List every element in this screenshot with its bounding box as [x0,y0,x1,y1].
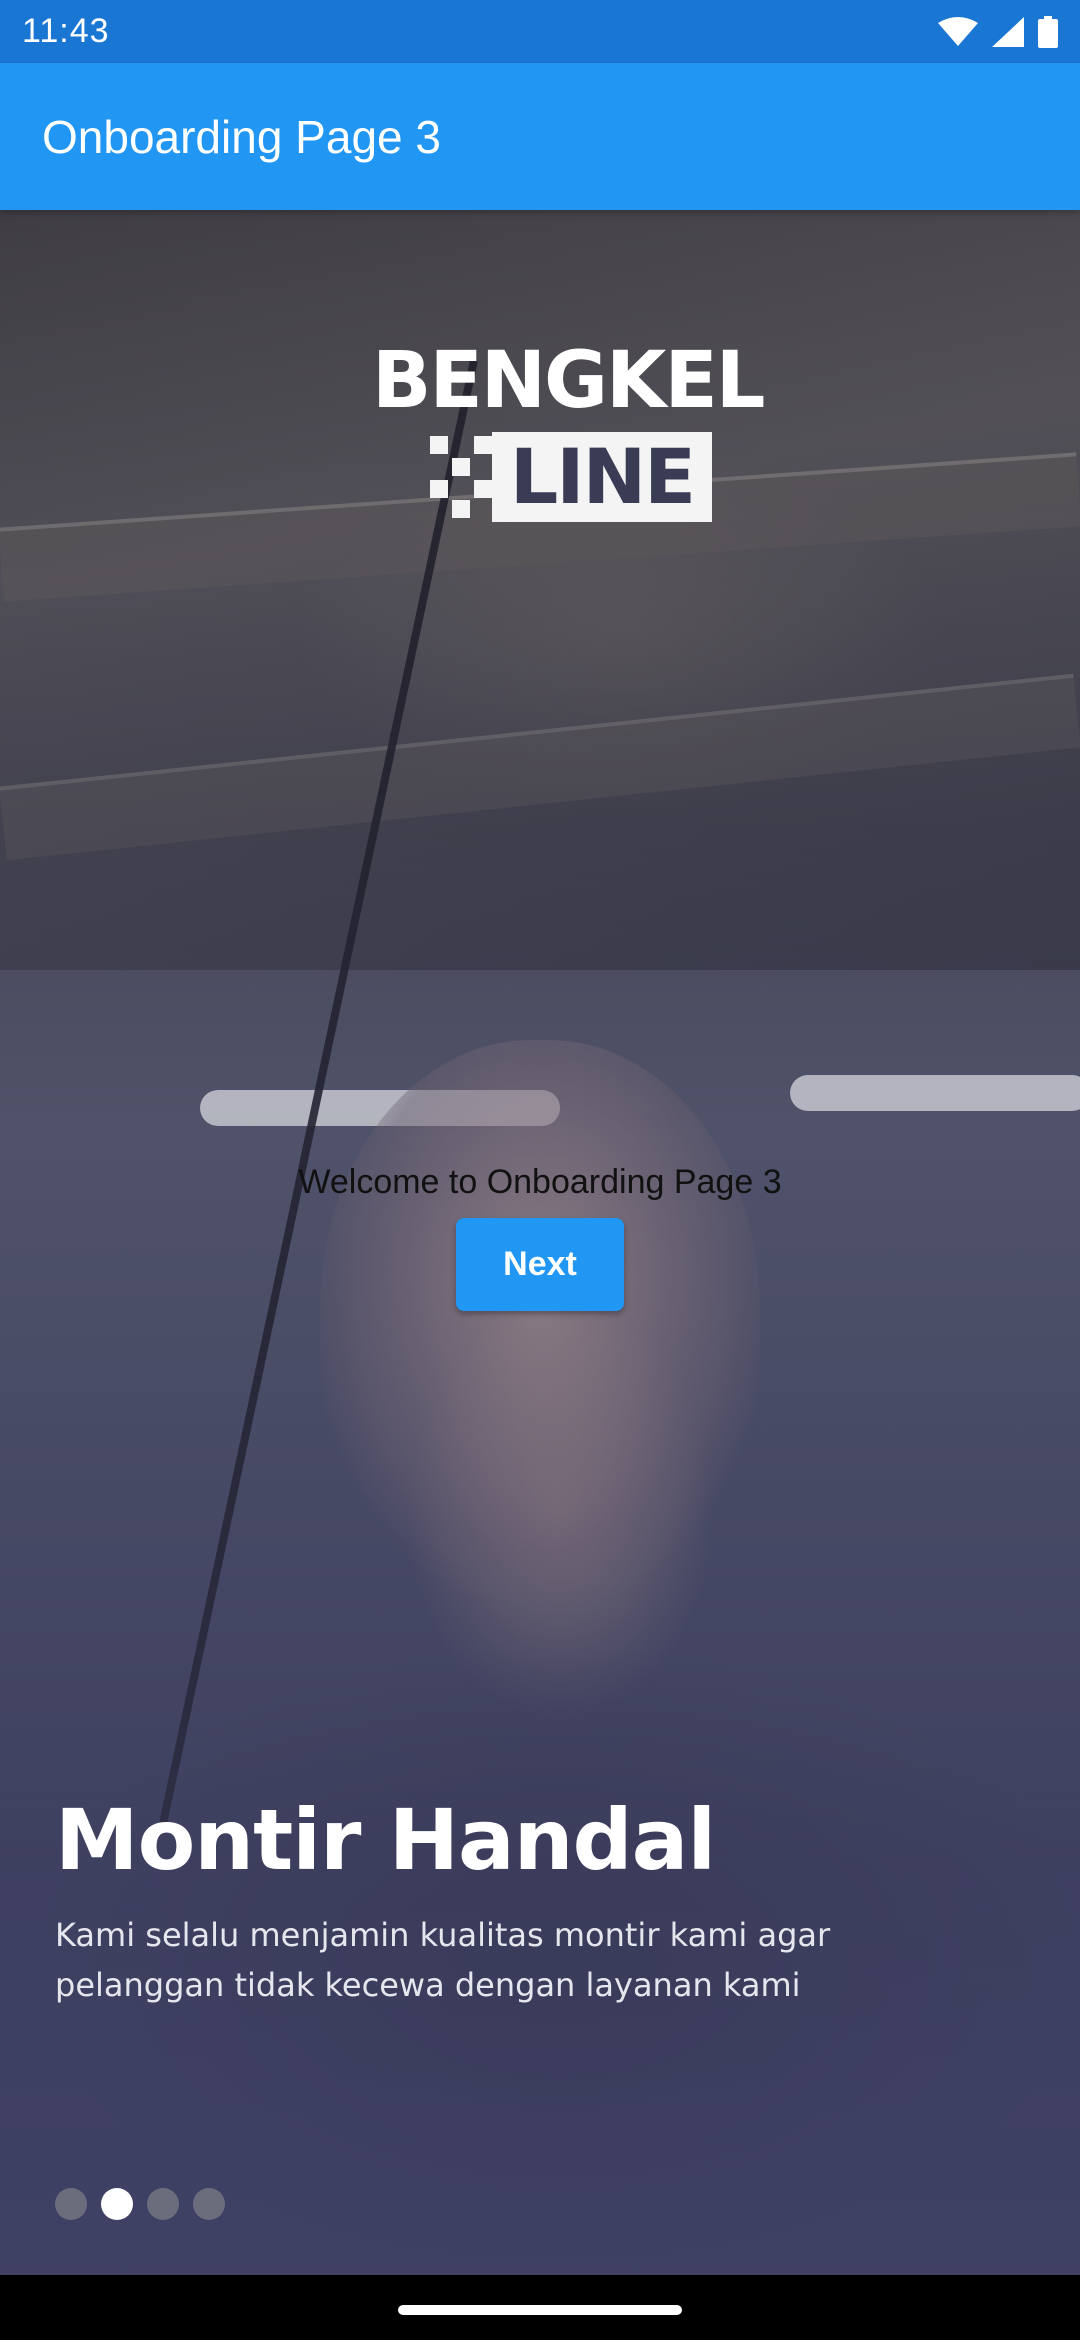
onboarding-headline: Montir Handal [55,1791,716,1889]
bengkel-line-logo: BENGKEL LINE [372,336,765,530]
status-icons [938,15,1058,48]
page-dot[interactable] [193,2188,225,2220]
app-bar: Onboarding Page 3 [0,63,1080,210]
status-bar: 11:43 [0,0,1080,63]
welcome-text: Welcome to Onboarding Page 3 [298,1163,782,1201]
logo-text-top: BENGKEL [372,336,765,426]
page-dot-active[interactable] [101,2188,133,2220]
wifi-icon [938,16,978,47]
battery-icon [1038,15,1058,48]
page-indicator [55,2188,225,2220]
onboarding-subtitle: Kami selalu menjamin kualitas montir kam… [55,1916,831,2004]
status-time: 11:43 [22,12,110,50]
home-gesture-handle[interactable] [398,2305,682,2315]
next-button[interactable]: Next [456,1218,624,1311]
checker-flag-icon [430,436,492,518]
page-dot[interactable] [55,2188,87,2220]
logo-text-bottom: LINE [492,432,712,522]
page-title: Onboarding Page 3 [42,110,441,163]
signal-icon [992,16,1024,47]
navigation-bar [0,2275,1080,2340]
page-dot[interactable] [147,2188,179,2220]
